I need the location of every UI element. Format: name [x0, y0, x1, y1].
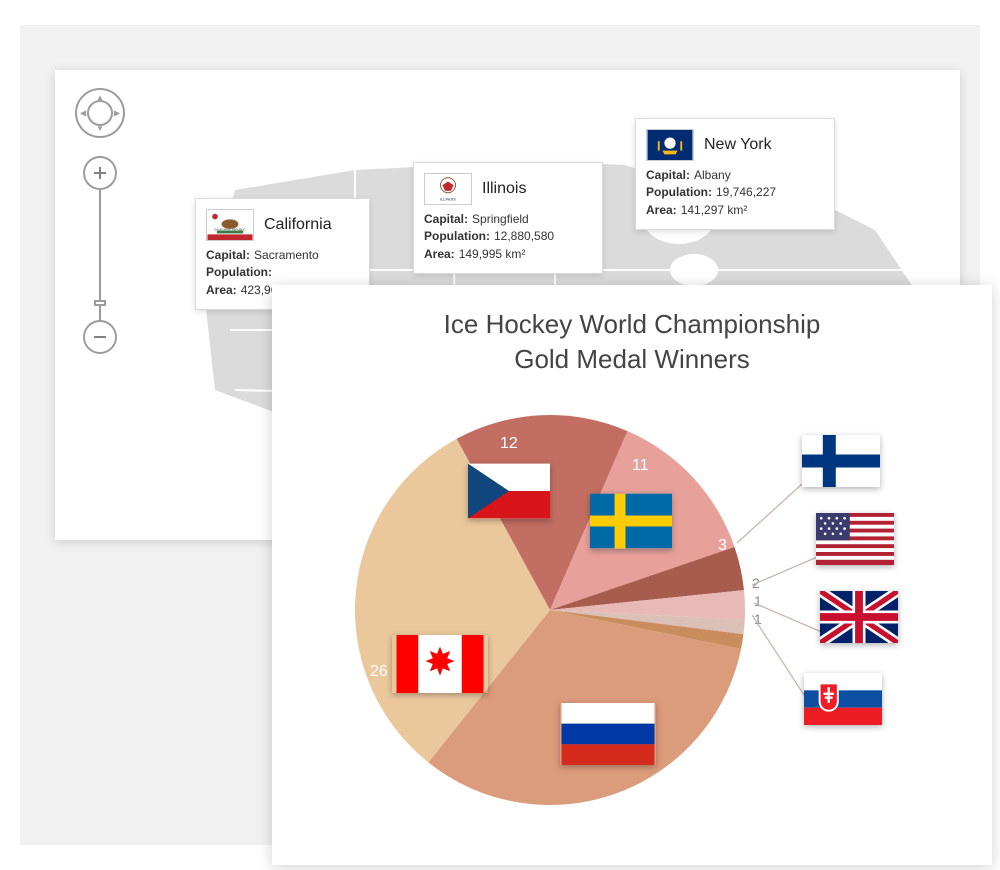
flag-canada-icon: [392, 635, 488, 693]
callout-title: New York: [704, 136, 772, 154]
slice-label-sweden: 11: [632, 457, 649, 475]
chart-panel: Ice Hockey World Championship Gold Medal…: [272, 285, 992, 865]
zoom-control: [83, 156, 117, 354]
flag-finland-icon: [802, 435, 880, 487]
slice-label-czech: 12: [500, 435, 518, 453]
callout-illinois[interactable]: ILLINOIS Illinois Capital:Springfield Po…: [413, 162, 603, 274]
zoom-out-button[interactable]: [83, 320, 117, 354]
flag-usa-icon: [816, 513, 894, 565]
flag-new-york-icon: [646, 129, 694, 161]
pie-svg: [350, 410, 750, 810]
flag-slovakia-icon: [804, 673, 882, 725]
pan-control[interactable]: ▲ ▼ ◀ ▶: [75, 88, 125, 138]
pan-down-icon: ▼: [96, 124, 104, 133]
chart-title: Ice Hockey World Championship Gold Medal…: [272, 307, 992, 377]
slice-label-usa: 2: [752, 575, 760, 591]
pan-right-icon: ▶: [114, 109, 120, 118]
flag-great-britain-icon: [820, 591, 898, 643]
flag-illinois-icon: ILLINOIS: [424, 173, 472, 205]
zoom-slider-track[interactable]: [99, 190, 101, 320]
zoom-slider-handle[interactable]: [94, 300, 106, 306]
flag-czech-republic-icon: [468, 463, 550, 519]
outer-frame: ▲ ▼ ◀ ▶: [20, 25, 980, 845]
pan-center-icon: ▲ ▼ ◀ ▶: [87, 100, 113, 126]
svg-text:CALIFORNIA REPUBLIC: CALIFORNIA REPUBLIC: [214, 228, 245, 232]
slice-label-finland: 3: [718, 537, 727, 555]
callout-title: Illinois: [482, 180, 526, 198]
pan-left-icon: ◀: [80, 109, 86, 118]
slice-label-russia: 27: [650, 845, 668, 863]
flag-russia-icon: [560, 703, 656, 765]
flag-california-icon: CALIFORNIA REPUBLIC: [206, 209, 254, 241]
slice-label-gb: 1: [754, 593, 762, 609]
minus-icon: [93, 330, 107, 344]
slice-label-slovakia: 1: [754, 611, 762, 627]
flag-sweden-icon: [590, 493, 672, 549]
svg-text:ILLINOIS: ILLINOIS: [440, 197, 456, 201]
zoom-in-button[interactable]: [83, 156, 117, 190]
callout-new-york[interactable]: New York Capital:Albany Population:19,74…: [635, 118, 835, 230]
pan-up-icon: ▲: [96, 93, 104, 102]
pie-chart[interactable]: [350, 410, 750, 810]
slice-label-canada: 26: [370, 663, 388, 681]
callout-title: California: [264, 216, 332, 234]
plus-icon: [93, 166, 107, 180]
